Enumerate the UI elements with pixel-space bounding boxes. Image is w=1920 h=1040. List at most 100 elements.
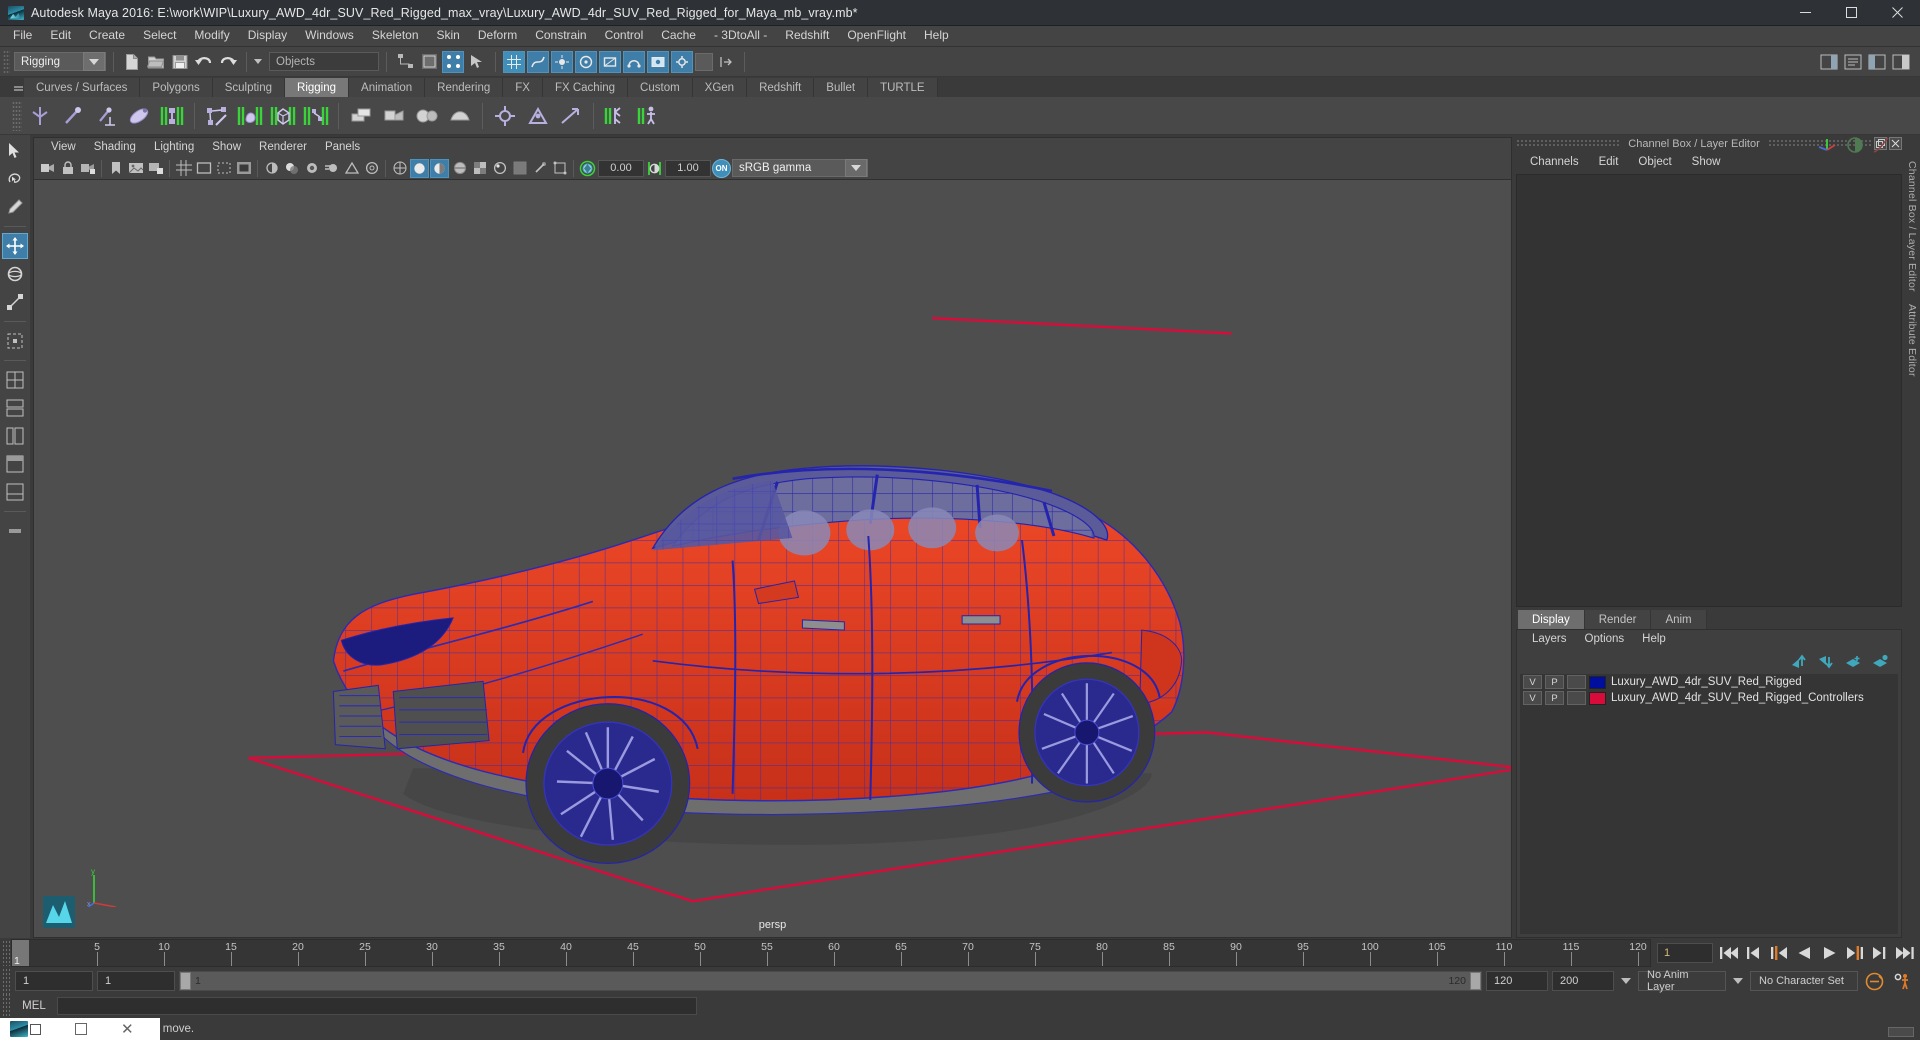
redo-icon[interactable] xyxy=(217,51,239,73)
render-view-icon[interactable] xyxy=(647,50,669,73)
four-view-layout-icon[interactable] xyxy=(2,395,28,421)
channelbox-menu-channels[interactable]: Channels xyxy=(1520,153,1589,173)
open-scene-icon[interactable] xyxy=(145,51,167,73)
use-default-material-icon[interactable] xyxy=(490,159,509,178)
shelf-tab-redshift[interactable]: Redshift xyxy=(747,78,815,97)
time-slider-gripper[interactable] xyxy=(2,940,11,966)
layer-playback-toggle[interactable]: P xyxy=(1545,691,1564,705)
move-tool[interactable] xyxy=(2,233,28,259)
wrap-deformer-icon[interactable] xyxy=(445,101,475,131)
menu-set-selector[interactable]: Rigging xyxy=(14,52,106,71)
depth-of-field-icon[interactable] xyxy=(362,159,381,178)
side-tab-attribute-editor[interactable]: Attribute Editor xyxy=(1906,304,1918,377)
grid-icon[interactable] xyxy=(174,159,193,178)
construction-history-icon[interactable] xyxy=(623,50,645,73)
shelf-tab-fx[interactable]: FX xyxy=(503,78,543,97)
shadows-icon[interactable] xyxy=(282,159,301,178)
render-settings-icon[interactable] xyxy=(671,50,693,73)
color-management-toggle[interactable]: ON xyxy=(712,158,731,178)
menu-control[interactable]: Control xyxy=(596,26,653,46)
ik-spline-handle-icon[interactable] xyxy=(157,101,187,131)
motion-blur-icon[interactable] xyxy=(322,159,341,178)
saved-layout-icon[interactable] xyxy=(2,518,28,544)
wireframe-on-shaded-icon[interactable] xyxy=(450,159,469,178)
undo-icon[interactable] xyxy=(193,51,215,73)
shelf-tab-rigging[interactable]: Rigging xyxy=(285,78,350,97)
play-backwards-icon[interactable] xyxy=(1794,943,1814,963)
menu-constrain[interactable]: Constrain xyxy=(526,26,595,46)
shelf-tab-animation[interactable]: Animation xyxy=(349,78,426,97)
menu-skin[interactable]: Skin xyxy=(428,26,469,46)
shelf-tab-bullet[interactable]: Bullet xyxy=(814,78,869,97)
step-forward-frame-icon[interactable] xyxy=(1869,943,1889,963)
tab-render-layers[interactable]: Render xyxy=(1584,610,1652,629)
menu-deform[interactable]: Deform xyxy=(469,26,526,46)
minimize-button[interactable] xyxy=(1782,0,1828,26)
resolution-gate-icon[interactable] xyxy=(214,159,233,178)
restore-icon[interactable] xyxy=(30,1023,41,1035)
snap-grid-icon[interactable] xyxy=(503,50,525,73)
range-slider-gripper[interactable] xyxy=(2,968,11,994)
show-hide-attribute-editor-icon[interactable] xyxy=(1842,51,1864,73)
quick-rig-icon[interactable] xyxy=(601,101,631,131)
range-bar-fill[interactable] xyxy=(205,972,1445,990)
menu-create[interactable]: Create xyxy=(80,26,134,46)
select-by-component-icon[interactable] xyxy=(442,50,464,73)
go-to-start-icon[interactable] xyxy=(1719,943,1739,963)
selection-mask-field[interactable]: Objects xyxy=(269,52,379,71)
select-by-object-icon[interactable] xyxy=(418,51,440,73)
image-plane-attributes-icon[interactable] xyxy=(146,159,165,178)
range-bar[interactable]: 1 120 xyxy=(179,971,1482,991)
layer-color-swatch[interactable] xyxy=(1589,675,1606,689)
viewport-menu-renderer[interactable]: Renderer xyxy=(250,139,316,157)
multisample-aa-icon[interactable] xyxy=(342,159,361,178)
layer-type-toggle[interactable] xyxy=(1567,691,1586,705)
command-language-label[interactable]: MEL xyxy=(11,1000,57,1012)
texture-shading-icon[interactable] xyxy=(470,159,489,178)
character-set-field[interactable]: No Character Set xyxy=(1750,971,1858,991)
lock-icon[interactable] xyxy=(695,52,713,71)
maximize-button[interactable] xyxy=(1828,0,1874,26)
status-line-gripper[interactable] xyxy=(3,49,10,74)
menu-help[interactable]: Help xyxy=(915,26,958,46)
tab-display-layers[interactable]: Display xyxy=(1518,610,1585,629)
gamma-icon[interactable] xyxy=(645,159,664,178)
save-scene-icon[interactable] xyxy=(169,51,191,73)
time-slider[interactable]: 1 5 10 15 20 25 30 35 40 45 50 55 60 65 … xyxy=(11,939,1651,967)
show-hide-tool-settings-icon[interactable] xyxy=(1866,51,1888,73)
menu-redshift[interactable]: Redshift xyxy=(776,26,838,46)
camera-attributes-icon[interactable] xyxy=(78,159,97,178)
blendshape-icon[interactable] xyxy=(412,101,442,131)
shelf-tab-curves-surfaces[interactable]: Curves / Surfaces xyxy=(24,78,141,97)
insert-joint-icon[interactable] xyxy=(58,101,88,131)
range-start-field[interactable]: 1 xyxy=(97,971,175,991)
menu-display[interactable]: Display xyxy=(239,26,296,46)
gamma-field[interactable]: 1.00 xyxy=(665,159,711,177)
shelf-tab-xgen[interactable]: XGen xyxy=(692,78,748,97)
range-end-handle[interactable] xyxy=(1470,972,1481,990)
wireframe-shading-icon[interactable] xyxy=(390,159,409,178)
layer-visibility-toggle[interactable]: V xyxy=(1523,691,1542,705)
menu-windows[interactable]: Windows xyxy=(296,26,363,46)
command-input[interactable] xyxy=(57,997,697,1015)
gate-mask-icon[interactable] xyxy=(234,159,253,178)
tab-anim-layers[interactable]: Anim xyxy=(1651,610,1707,629)
select-mask-icon[interactable] xyxy=(466,51,488,73)
new-scene-icon[interactable] xyxy=(121,51,143,73)
layer-menu-help[interactable]: Help xyxy=(1633,631,1675,649)
anim-end-field[interactable]: 200 xyxy=(1552,971,1614,991)
close-button[interactable] xyxy=(1874,0,1920,26)
viewport-menu-show[interactable]: Show xyxy=(203,139,250,157)
side-tab-channel-box[interactable]: Channel Box / Layer Editor xyxy=(1906,161,1918,292)
layer-row[interactable]: V P Luxury_AWD_4dr_SUV_Red_Rigged xyxy=(1520,674,1898,690)
animation-preferences-icon[interactable] xyxy=(1890,970,1914,992)
persp-graph-layout-icon[interactable] xyxy=(2,479,28,505)
point-constraint-icon[interactable] xyxy=(523,101,553,131)
anim-layer-field[interactable]: No Anim Layer xyxy=(1638,969,1726,993)
viewport-menu-lighting[interactable]: Lighting xyxy=(145,139,203,157)
maximize-icon[interactable] xyxy=(75,1023,87,1035)
aim-constraint-icon[interactable] xyxy=(556,101,586,131)
anim-start-field[interactable]: 1 xyxy=(15,971,93,991)
layer-name[interactable]: Luxury_AWD_4dr_SUV_Red_Rigged_Controller… xyxy=(1609,692,1864,704)
exposure-icon[interactable] xyxy=(578,159,597,178)
